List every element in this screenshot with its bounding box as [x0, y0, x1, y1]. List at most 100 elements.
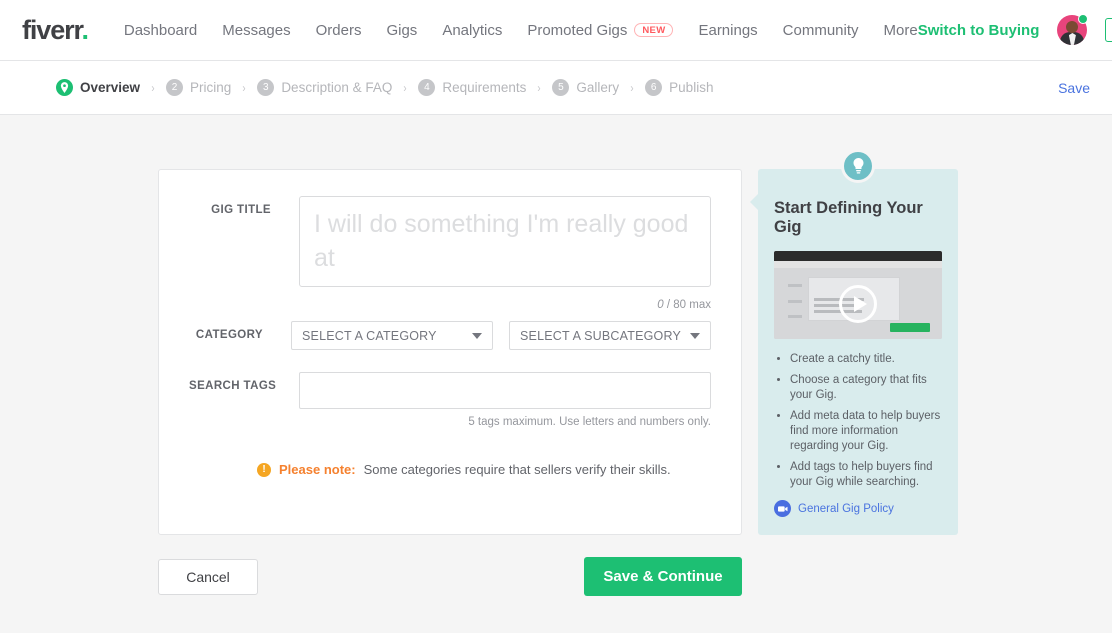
nav-link-messages[interactable]: Messages: [222, 22, 290, 39]
step-separator: ›: [537, 80, 542, 95]
step-overview[interactable]: Overview: [56, 79, 140, 96]
nav-link-earnings[interactable]: Earnings: [698, 22, 757, 39]
general-gig-policy-link[interactable]: General Gig Policy: [774, 500, 942, 517]
cancel-button[interactable]: Cancel: [158, 558, 258, 595]
search-tags-hint: 5 tags maximum. Use letters and numbers …: [468, 416, 711, 428]
tip-bullet: Choose a category that fits your Gig.: [790, 373, 942, 403]
play-triangle: [853, 295, 867, 312]
step-gallery-number: 5: [552, 79, 570, 96]
video-thumb-green-button: [890, 323, 930, 332]
step-overview-label: Overview: [80, 80, 141, 95]
top-navbar: fiverr. Dashboard Messages Orders Gigs A…: [0, 0, 1112, 61]
nav-link-more[interactable]: More: [884, 22, 918, 39]
gig-title-input[interactable]: [299, 196, 711, 287]
verify-skills-note: ! Please note: Some categories require t…: [189, 462, 711, 477]
step-separator: ›: [242, 80, 246, 95]
chevron-down-icon: [690, 332, 700, 339]
balance-badge[interactable]: Rs7,293.32: [1105, 18, 1112, 42]
step-publish[interactable]: 6 Publish: [645, 79, 713, 96]
nav-link-promoted-gigs[interactable]: Promoted Gigs NEW: [527, 21, 674, 39]
video-camera-icon: [774, 500, 791, 517]
avatar-face: [1066, 21, 1079, 33]
tip-bullet: Add meta data to help buyers find more i…: [790, 409, 942, 454]
note-text: Some categories require that sellers ver…: [363, 462, 671, 477]
category-field: SELECT A CATEGORY SELECT A SUBCATEGORY: [291, 321, 711, 350]
step-description-faq-number: 3: [257, 79, 275, 96]
category-select-value: SELECT A CATEGORY: [302, 328, 437, 343]
tip-bullet: Add tags to help buyers find your Gig wh…: [790, 460, 942, 490]
chevron-down-icon: [472, 332, 482, 339]
category-selects: SELECT A CATEGORY SELECT A SUBCATEGORY: [291, 321, 711, 350]
step-publish-number: 6: [645, 79, 663, 96]
category-label: CATEGORY: [195, 329, 263, 341]
video-thumb-body: [774, 268, 942, 339]
step-pricing-number: 2: [166, 79, 184, 96]
steps-list: Overview › 2 Pricing › 3 Description & F…: [56, 79, 713, 96]
logo-dot: .: [81, 14, 89, 45]
gig-title-label: GIG TITLE: [211, 204, 271, 216]
subcategory-select-value: SELECT A SUBCATEGORY: [520, 328, 682, 343]
online-status-dot: [1078, 14, 1089, 24]
new-badge: NEW: [634, 22, 674, 38]
video-thumb-label: [788, 300, 802, 303]
category-row: CATEGORY SELECT A CATEGORY SELECT A SUBC…: [189, 321, 711, 350]
logo-text: fiverr: [22, 14, 83, 45]
subcategory-select[interactable]: SELECT A SUBCATEGORY: [509, 321, 711, 350]
step-description-faq-label: Description & FAQ: [281, 80, 393, 95]
gig-title-counter-max: / 80 max: [663, 299, 711, 311]
save-and-continue-button[interactable]: Save & Continue: [584, 557, 742, 596]
step-separator: ›: [403, 80, 407, 95]
tip-panel-wrapper: Start Defining Your Gig • Create a catch…: [750, 149, 958, 535]
step-publish-label: Publish: [669, 80, 714, 95]
gig-overview-form: GIG TITLE 0 / 80 max CATEGORY SELECT A C…: [158, 169, 742, 535]
form-actions: Cancel Save & Continue: [158, 557, 742, 596]
gig-title-row: GIG TITLE 0 / 80 max: [189, 196, 711, 311]
tip-panel-title: Start Defining Your Gig: [774, 199, 923, 236]
search-tags-field: 5 tags maximum. Use letters and numbers …: [299, 372, 711, 428]
step-gallery-label: Gallery: [576, 80, 620, 95]
tip-video-thumbnail[interactable]: [774, 251, 942, 339]
location-pin-icon: [56, 79, 73, 96]
fiverr-logo[interactable]: fiverr.: [22, 14, 89, 46]
nav-link-dashboard[interactable]: Dashboard: [124, 22, 197, 39]
step-separator: ›: [151, 80, 155, 95]
gig-title-counter: 0 / 80 max: [299, 299, 711, 311]
video-thumb-label: [788, 315, 802, 318]
step-separator: ›: [630, 80, 634, 95]
gig-steps-bar: Overview › 2 Pricing › 3 Description & F…: [0, 61, 1112, 115]
nav-link-promoted-gigs-label: Promoted Gigs: [527, 21, 628, 39]
search-tags-input[interactable]: [299, 372, 711, 409]
avatar[interactable]: [1057, 14, 1089, 45]
nav-link-gigs[interactable]: Gigs: [386, 22, 417, 39]
video-thumb-subheader: [774, 261, 942, 268]
save-link[interactable]: Save: [1058, 80, 1090, 96]
nav-link-orders[interactable]: Orders: [316, 22, 362, 39]
step-pricing[interactable]: 2 Pricing: [166, 79, 231, 96]
navbar-right: Switch to Buying Rs7,293.32: [918, 14, 1112, 45]
video-thumb-label: [788, 284, 802, 287]
page-content: GIG TITLE 0 / 80 max CATEGORY SELECT A C…: [0, 115, 1112, 535]
tip-bullet: Create a catchy title.: [790, 352, 942, 367]
category-select[interactable]: SELECT A CATEGORY: [291, 321, 493, 350]
search-tags-row: SEARCH TAGS 5 tags maximum. Use letters …: [189, 372, 711, 428]
note-strong-label: Please note:: [279, 462, 356, 477]
general-gig-policy-label: General Gig Policy: [798, 502, 894, 515]
gig-title-field: 0 / 80 max: [299, 196, 711, 311]
switch-to-buying-link[interactable]: Switch to Buying: [918, 22, 1040, 39]
nav-link-analytics[interactable]: Analytics: [442, 22, 502, 39]
step-requirements-number: 4: [418, 79, 436, 96]
nav-link-community[interactable]: Community: [783, 22, 859, 39]
play-button-icon[interactable]: [839, 284, 877, 323]
step-gallery[interactable]: 5 Gallery: [552, 79, 619, 96]
tip-bullet-list: Create a catchy title. Choose a category…: [774, 352, 942, 490]
lightbulb-icon: [841, 149, 875, 183]
step-requirements-label: Requirements: [442, 80, 527, 95]
video-thumb-header: [774, 251, 942, 261]
step-requirements[interactable]: 4 Requirements: [418, 79, 526, 96]
step-description-faq[interactable]: 3 Description & FAQ: [257, 79, 392, 96]
tip-panel-notch: [750, 193, 759, 211]
step-pricing-label: Pricing: [190, 80, 232, 95]
tip-panel: Start Defining Your Gig • Create a catch…: [750, 149, 958, 535]
search-tags-label: SEARCH TAGS: [189, 380, 277, 392]
info-icon: !: [257, 462, 271, 477]
